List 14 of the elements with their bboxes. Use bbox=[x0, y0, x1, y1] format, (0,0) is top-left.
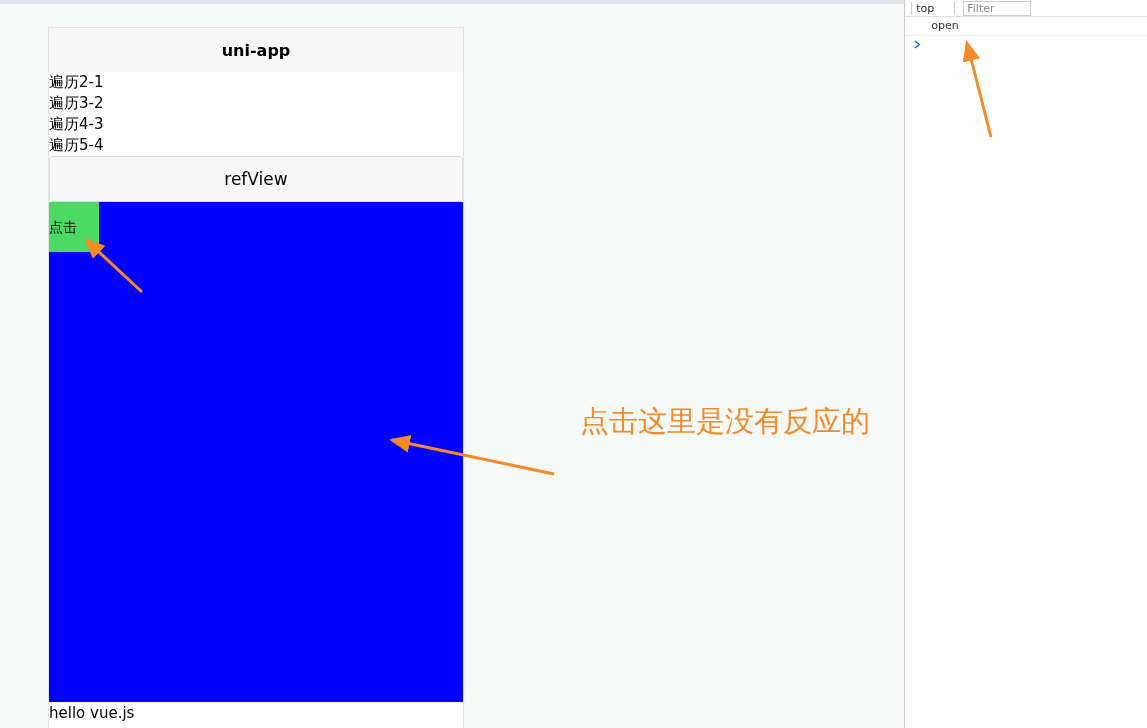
annotation-text: 点击这里是没有反应的 bbox=[580, 403, 870, 440]
prompt-chevron-icon bbox=[914, 40, 921, 49]
tap-button[interactable]: 点击 bbox=[49, 202, 99, 252]
list-item: 遍历4-3 bbox=[49, 114, 105, 135]
annotation-arrow bbox=[83, 237, 144, 294]
nav-bar-title: uni-app bbox=[49, 28, 463, 72]
list-item: 遍历5-4 bbox=[49, 135, 105, 156]
list-item: 遍历2-1 bbox=[49, 72, 105, 93]
context-selector[interactable]: top bbox=[911, 1, 956, 15]
list-item: 遍历3-2 bbox=[49, 93, 105, 114]
filter-field[interactable]: Filter bbox=[963, 0, 1032, 16]
ref-view-header: refView bbox=[49, 156, 463, 202]
footer-text: hello vue.js bbox=[49, 703, 136, 724]
console-message: open bbox=[905, 17, 1147, 36]
